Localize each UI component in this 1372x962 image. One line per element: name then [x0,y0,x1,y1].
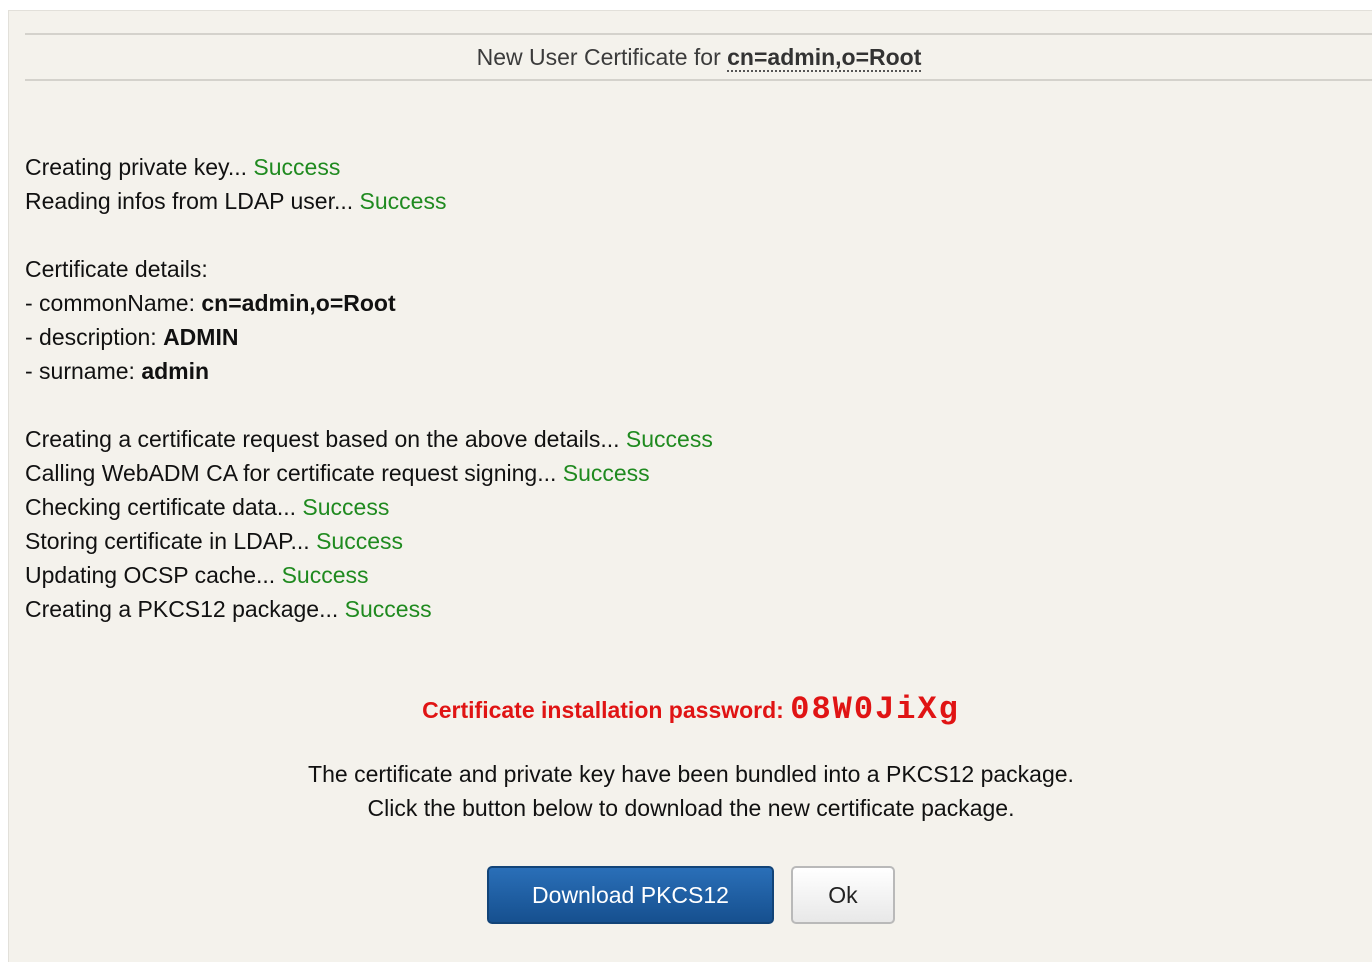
detail-surname: - surname: admin [25,358,210,384]
success-status: Success [359,188,447,214]
success-status: Success [316,528,403,554]
log-step: Creating a PKCS12 package... Success [25,596,432,622]
detail-common-name: - commonName: cn=admin,o=Root [25,290,396,316]
info-line-1: The certificate and private key have bee… [308,761,1074,787]
success-status: Success [344,596,432,622]
log-step: Storing certificate in LDAP... Success [25,528,403,554]
page-title: New User Certificate for cn=admin,o=Root [25,33,1372,81]
download-pkcs12-button[interactable]: Download PKCS12 [487,866,774,924]
log-step: Creating a certificate request based on … [25,426,713,452]
success-status: Success [281,562,369,588]
log-step: Checking certificate data... Success [25,494,390,520]
success-status: Success [253,154,341,180]
log-step: Updating OCSP cache... Success [25,562,369,588]
installation-password: Certificate installation password: 08W0J… [9,691,1372,728]
log-step: Creating private key... Success [25,154,341,180]
success-status: Success [625,426,713,452]
certificate-panel: New User Certificate for cn=admin,o=Root… [8,10,1372,962]
success-status: Success [562,460,650,486]
operation-log: Creating private key... Success Reading … [25,150,713,626]
download-info: The certificate and private key have bee… [9,757,1372,825]
success-status: Success [302,494,390,520]
ok-button[interactable]: Ok [791,866,895,924]
action-buttons: Download PKCS12 Ok [9,866,1372,924]
password-value: 08W0JiXg [790,691,960,728]
page-title-prefix: New User Certificate for [476,44,721,70]
info-line-2: Click the button below to download the n… [367,795,1015,821]
detail-description: - description: ADMIN [25,324,239,350]
details-heading: Certificate details: [25,256,208,282]
user-dn-link[interactable]: cn=admin,o=Root [727,44,922,72]
password-label: Certificate installation password: [422,697,784,723]
log-step: Reading infos from LDAP user... Success [25,188,447,214]
log-step: Calling WebADM CA for certificate reques… [25,460,650,486]
